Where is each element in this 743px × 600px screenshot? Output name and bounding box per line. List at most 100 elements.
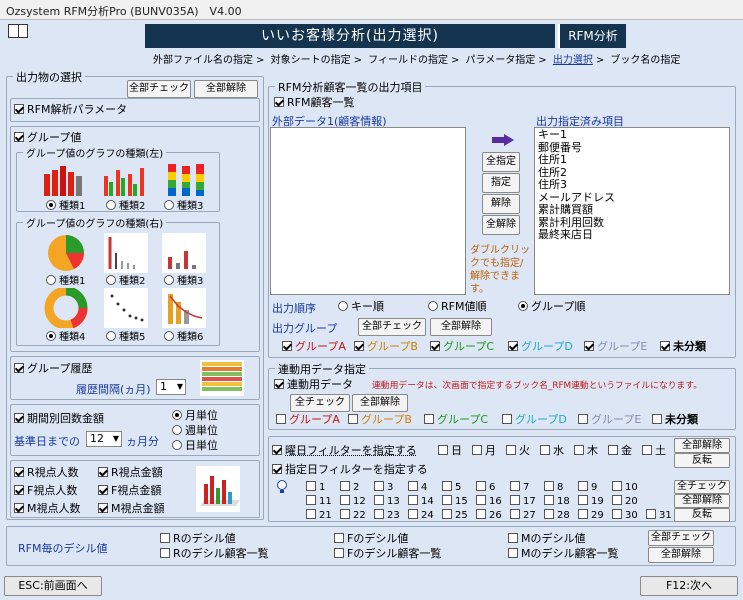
r-decile-list-checkbox[interactable]: Rのデシル顧客一覧 bbox=[160, 547, 269, 561]
day-checkbox[interactable]: 25 bbox=[442, 509, 468, 523]
link-data-checkbox[interactable]: 連動用データ bbox=[274, 378, 353, 392]
weekday-checkbox[interactable]: 木 bbox=[574, 444, 598, 458]
dot-plot-icon[interactable] bbox=[104, 288, 148, 328]
day-clear-all-button[interactable]: 全部解除 bbox=[674, 494, 730, 508]
order-rfm-radio[interactable]: RFM値順 bbox=[428, 300, 486, 314]
history-interval-select[interactable]: 1 ▼ bbox=[156, 379, 186, 395]
specify-button[interactable]: 指定 bbox=[482, 173, 520, 193]
group-check-all-button[interactable]: 全部チェック bbox=[358, 318, 426, 336]
specified-items-list[interactable]: キー1 郵便番号 住所1 住所2 住所3 メールアドレス 累計購買額 累計利用回数 最終来店日 bbox=[534, 127, 730, 295]
link-clear-all-button[interactable]: 全部解除 bbox=[352, 394, 408, 412]
day-checkbox[interactable]: 28 bbox=[544, 509, 570, 523]
line-chart-icon[interactable] bbox=[104, 233, 148, 273]
r-amount-checkbox[interactable]: R視点金額 bbox=[98, 466, 163, 480]
unit-month-radio[interactable]: 月単位 bbox=[172, 409, 218, 423]
weekday-checkbox[interactable]: 土 bbox=[642, 444, 666, 458]
day-checkbox[interactable]: 19 bbox=[578, 495, 604, 509]
day-checkbox[interactable]: 6 bbox=[476, 481, 495, 495]
day-checkbox[interactable]: 3 bbox=[374, 481, 393, 495]
right-type-2-radio[interactable]: 種類2 bbox=[106, 274, 145, 289]
weekday-checkbox[interactable]: 水 bbox=[540, 444, 564, 458]
specified-item[interactable]: 最終来店日 bbox=[538, 228, 726, 242]
r-decile-checkbox[interactable]: Rのデシル値 bbox=[160, 532, 236, 546]
multi-bar-chart-icon[interactable] bbox=[102, 162, 150, 198]
day-checkbox[interactable]: 5 bbox=[442, 481, 461, 495]
day-checkbox[interactable]: 7 bbox=[510, 481, 529, 495]
history-checkbox[interactable]: グループ履歴 bbox=[14, 362, 92, 376]
day-checkbox[interactable]: 18 bbox=[544, 495, 570, 509]
day-checkbox[interactable]: 12 bbox=[340, 495, 366, 509]
combo-chart-icon[interactable] bbox=[162, 288, 206, 328]
release-button[interactable]: 解除 bbox=[482, 194, 520, 214]
base-date-select[interactable]: 12 ▼ bbox=[86, 431, 122, 447]
unit-week-radio[interactable]: 週単位 bbox=[172, 424, 218, 438]
left-type-2-radio[interactable]: 種類2 bbox=[106, 199, 145, 214]
link-group-b-checkbox[interactable]: グループB bbox=[348, 413, 412, 427]
right-type-4-radio[interactable]: 種類4 bbox=[46, 330, 85, 345]
unit-day-radio[interactable]: 日単位 bbox=[172, 439, 218, 453]
day-checkbox[interactable]: 16 bbox=[476, 495, 502, 509]
specified-item[interactable]: 住所3 bbox=[538, 178, 726, 192]
day-checkbox[interactable]: 22 bbox=[340, 509, 366, 523]
day-checkbox[interactable]: 21 bbox=[306, 509, 332, 523]
day-checkbox[interactable]: 2 bbox=[340, 481, 359, 495]
period-count-checkbox[interactable]: 期間別回数金額 bbox=[14, 412, 104, 426]
release-all-button[interactable]: 全解除 bbox=[482, 215, 520, 235]
day-checkbox[interactable]: 11 bbox=[306, 495, 332, 509]
m-amount-checkbox[interactable]: M視点金額 bbox=[98, 502, 165, 516]
nav-item[interactable]: 外部ファイル名の指定 bbox=[153, 55, 253, 66]
out-group-c-checkbox[interactable]: グループC bbox=[430, 340, 494, 354]
scatter-chart-icon[interactable] bbox=[162, 233, 206, 273]
day-checkbox[interactable]: 17 bbox=[510, 495, 536, 509]
day-check-all-button[interactable]: 全チェック bbox=[674, 480, 730, 494]
right-type-5-radio[interactable]: 種類5 bbox=[106, 330, 145, 345]
donut-chart-icon[interactable] bbox=[44, 288, 88, 328]
order-group-radio[interactable]: グループ順 bbox=[518, 300, 585, 314]
day-checkbox[interactable]: 13 bbox=[374, 495, 400, 509]
book-icon[interactable] bbox=[8, 24, 28, 38]
specified-item[interactable]: 住所1 bbox=[538, 153, 726, 167]
out-group-e-checkbox[interactable]: グループE bbox=[584, 340, 647, 354]
specify-all-button[interactable]: 全指定 bbox=[482, 152, 520, 172]
check-all-button[interactable]: 全部チェック bbox=[127, 80, 191, 98]
day-checkbox[interactable]: 23 bbox=[374, 509, 400, 523]
day-checkbox[interactable]: 10 bbox=[612, 481, 638, 495]
weekday-invert-button[interactable]: 反転 bbox=[674, 453, 730, 468]
weekday-checkbox[interactable]: 金 bbox=[608, 444, 632, 458]
stacked-bar-chart-icon[interactable] bbox=[162, 162, 210, 198]
nav-item[interactable]: パラメータ指定 bbox=[466, 55, 536, 66]
link-unclassified-checkbox[interactable]: 未分類 bbox=[652, 413, 698, 427]
link-group-e-checkbox[interactable]: グループE bbox=[578, 413, 641, 427]
day-checkbox[interactable]: 1 bbox=[306, 481, 325, 495]
r-people-checkbox[interactable]: R視点人数 bbox=[14, 466, 79, 480]
left-type-3-radio[interactable]: 種類3 bbox=[164, 199, 203, 214]
out-group-b-checkbox[interactable]: グループB bbox=[354, 340, 418, 354]
f-decile-list-checkbox[interactable]: Fのデシル顧客一覧 bbox=[334, 547, 441, 561]
link-check-all-button[interactable]: 全チェック bbox=[290, 394, 350, 412]
weekday-checkbox[interactable]: 日 bbox=[438, 444, 462, 458]
day-checkbox[interactable]: 20 bbox=[612, 495, 638, 509]
right-type-6-radio[interactable]: 種類6 bbox=[164, 330, 203, 345]
nav-item[interactable]: ブック名の指定 bbox=[610, 55, 680, 66]
day-checkbox[interactable]: 14 bbox=[408, 495, 434, 509]
nav-item-current[interactable]: 出力選択 bbox=[553, 55, 593, 66]
clear-all-button[interactable]: 全部解除 bbox=[194, 80, 258, 98]
weekday-checkbox[interactable]: 月 bbox=[472, 444, 496, 458]
day-checkbox[interactable]: 26 bbox=[476, 509, 502, 523]
next-button[interactable]: F12:次へ bbox=[640, 576, 738, 596]
group-clear-all-button[interactable]: 全部解除 bbox=[430, 318, 492, 336]
nav-item[interactable]: 対象シートの指定 bbox=[271, 55, 351, 66]
weekday-checkbox[interactable]: 火 bbox=[506, 444, 530, 458]
f-decile-checkbox[interactable]: Fのデシル値 bbox=[334, 532, 408, 546]
day-invert-button[interactable]: 反転 bbox=[674, 508, 730, 522]
day-checkbox[interactable]: 4 bbox=[408, 481, 427, 495]
specified-item[interactable]: 累計購買額 bbox=[538, 203, 726, 217]
right-type-1-radio[interactable]: 種類1 bbox=[46, 274, 85, 289]
day-checkbox[interactable]: 15 bbox=[442, 495, 468, 509]
f-people-checkbox[interactable]: F視点人数 bbox=[14, 484, 77, 498]
bar3d-chart-icon[interactable] bbox=[42, 162, 90, 198]
day-checkbox[interactable]: 8 bbox=[544, 481, 563, 495]
link-group-a-checkbox[interactable]: グループA bbox=[276, 413, 340, 427]
day-checkbox[interactable]: 29 bbox=[578, 509, 604, 523]
order-key-radio[interactable]: キー順 bbox=[338, 300, 384, 314]
